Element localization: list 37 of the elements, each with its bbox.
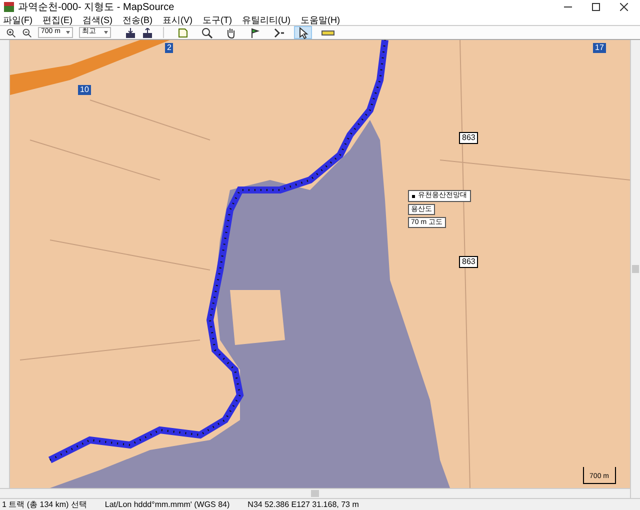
menu-item[interactable]: 표시(V) [162, 14, 192, 26]
window-title: 과역순천-000- 지형도 - MapSource [18, 0, 174, 14]
road-shield: 863 [459, 132, 478, 144]
zoom-out-icon[interactable] [22, 28, 32, 38]
send-icon[interactable] [142, 28, 153, 38]
road-shield: 2 [165, 43, 174, 53]
menu-item[interactable]: 유틸리티(U) [242, 14, 290, 26]
flag-icon [249, 26, 261, 38]
app-icon [4, 2, 14, 12]
road-shield: 10 [78, 85, 91, 95]
tool-button[interactable] [294, 26, 312, 39]
menu-item[interactable]: 도움말(H) [300, 14, 340, 26]
road-shield: 863 [459, 256, 478, 268]
bullet-icon [412, 194, 415, 198]
close-icon[interactable] [620, 3, 628, 11]
route-icon [273, 26, 285, 38]
horizontal-scrollbar[interactable] [0, 488, 630, 498]
pointer-icon [297, 26, 309, 38]
maximize-icon[interactable] [592, 3, 600, 11]
menu-item[interactable]: 편집(E) [42, 14, 72, 26]
zoom-tool-icon [201, 26, 213, 38]
caret-icon [66, 31, 70, 34]
scroll-thumb[interactable] [632, 265, 639, 273]
menu-item[interactable]: 도구(T) [202, 14, 232, 26]
caret-icon [104, 31, 108, 34]
receive-icon[interactable] [125, 28, 136, 38]
menu-item[interactable]: 전송(B) [122, 14, 152, 26]
status-text: N34 52.386 E127 31.168, 73 m [248, 499, 359, 510]
status-text: Lat/Lon hddd°mm.mmm' (WGS 84) [104, 499, 230, 510]
hand-icon [225, 26, 237, 38]
status-text: 1 트랙 (총 134 km) 선택 [2, 499, 87, 510]
vertical-scrollbar[interactable] [630, 40, 640, 498]
menu-item[interactable]: 파일(F) [3, 14, 32, 26]
zoom-in-icon[interactable] [6, 28, 16, 38]
scroll-thumb[interactable] [311, 490, 319, 497]
road-shield: 17 [593, 43, 606, 53]
menu-item[interactable]: 검색(S) [82, 14, 112, 26]
